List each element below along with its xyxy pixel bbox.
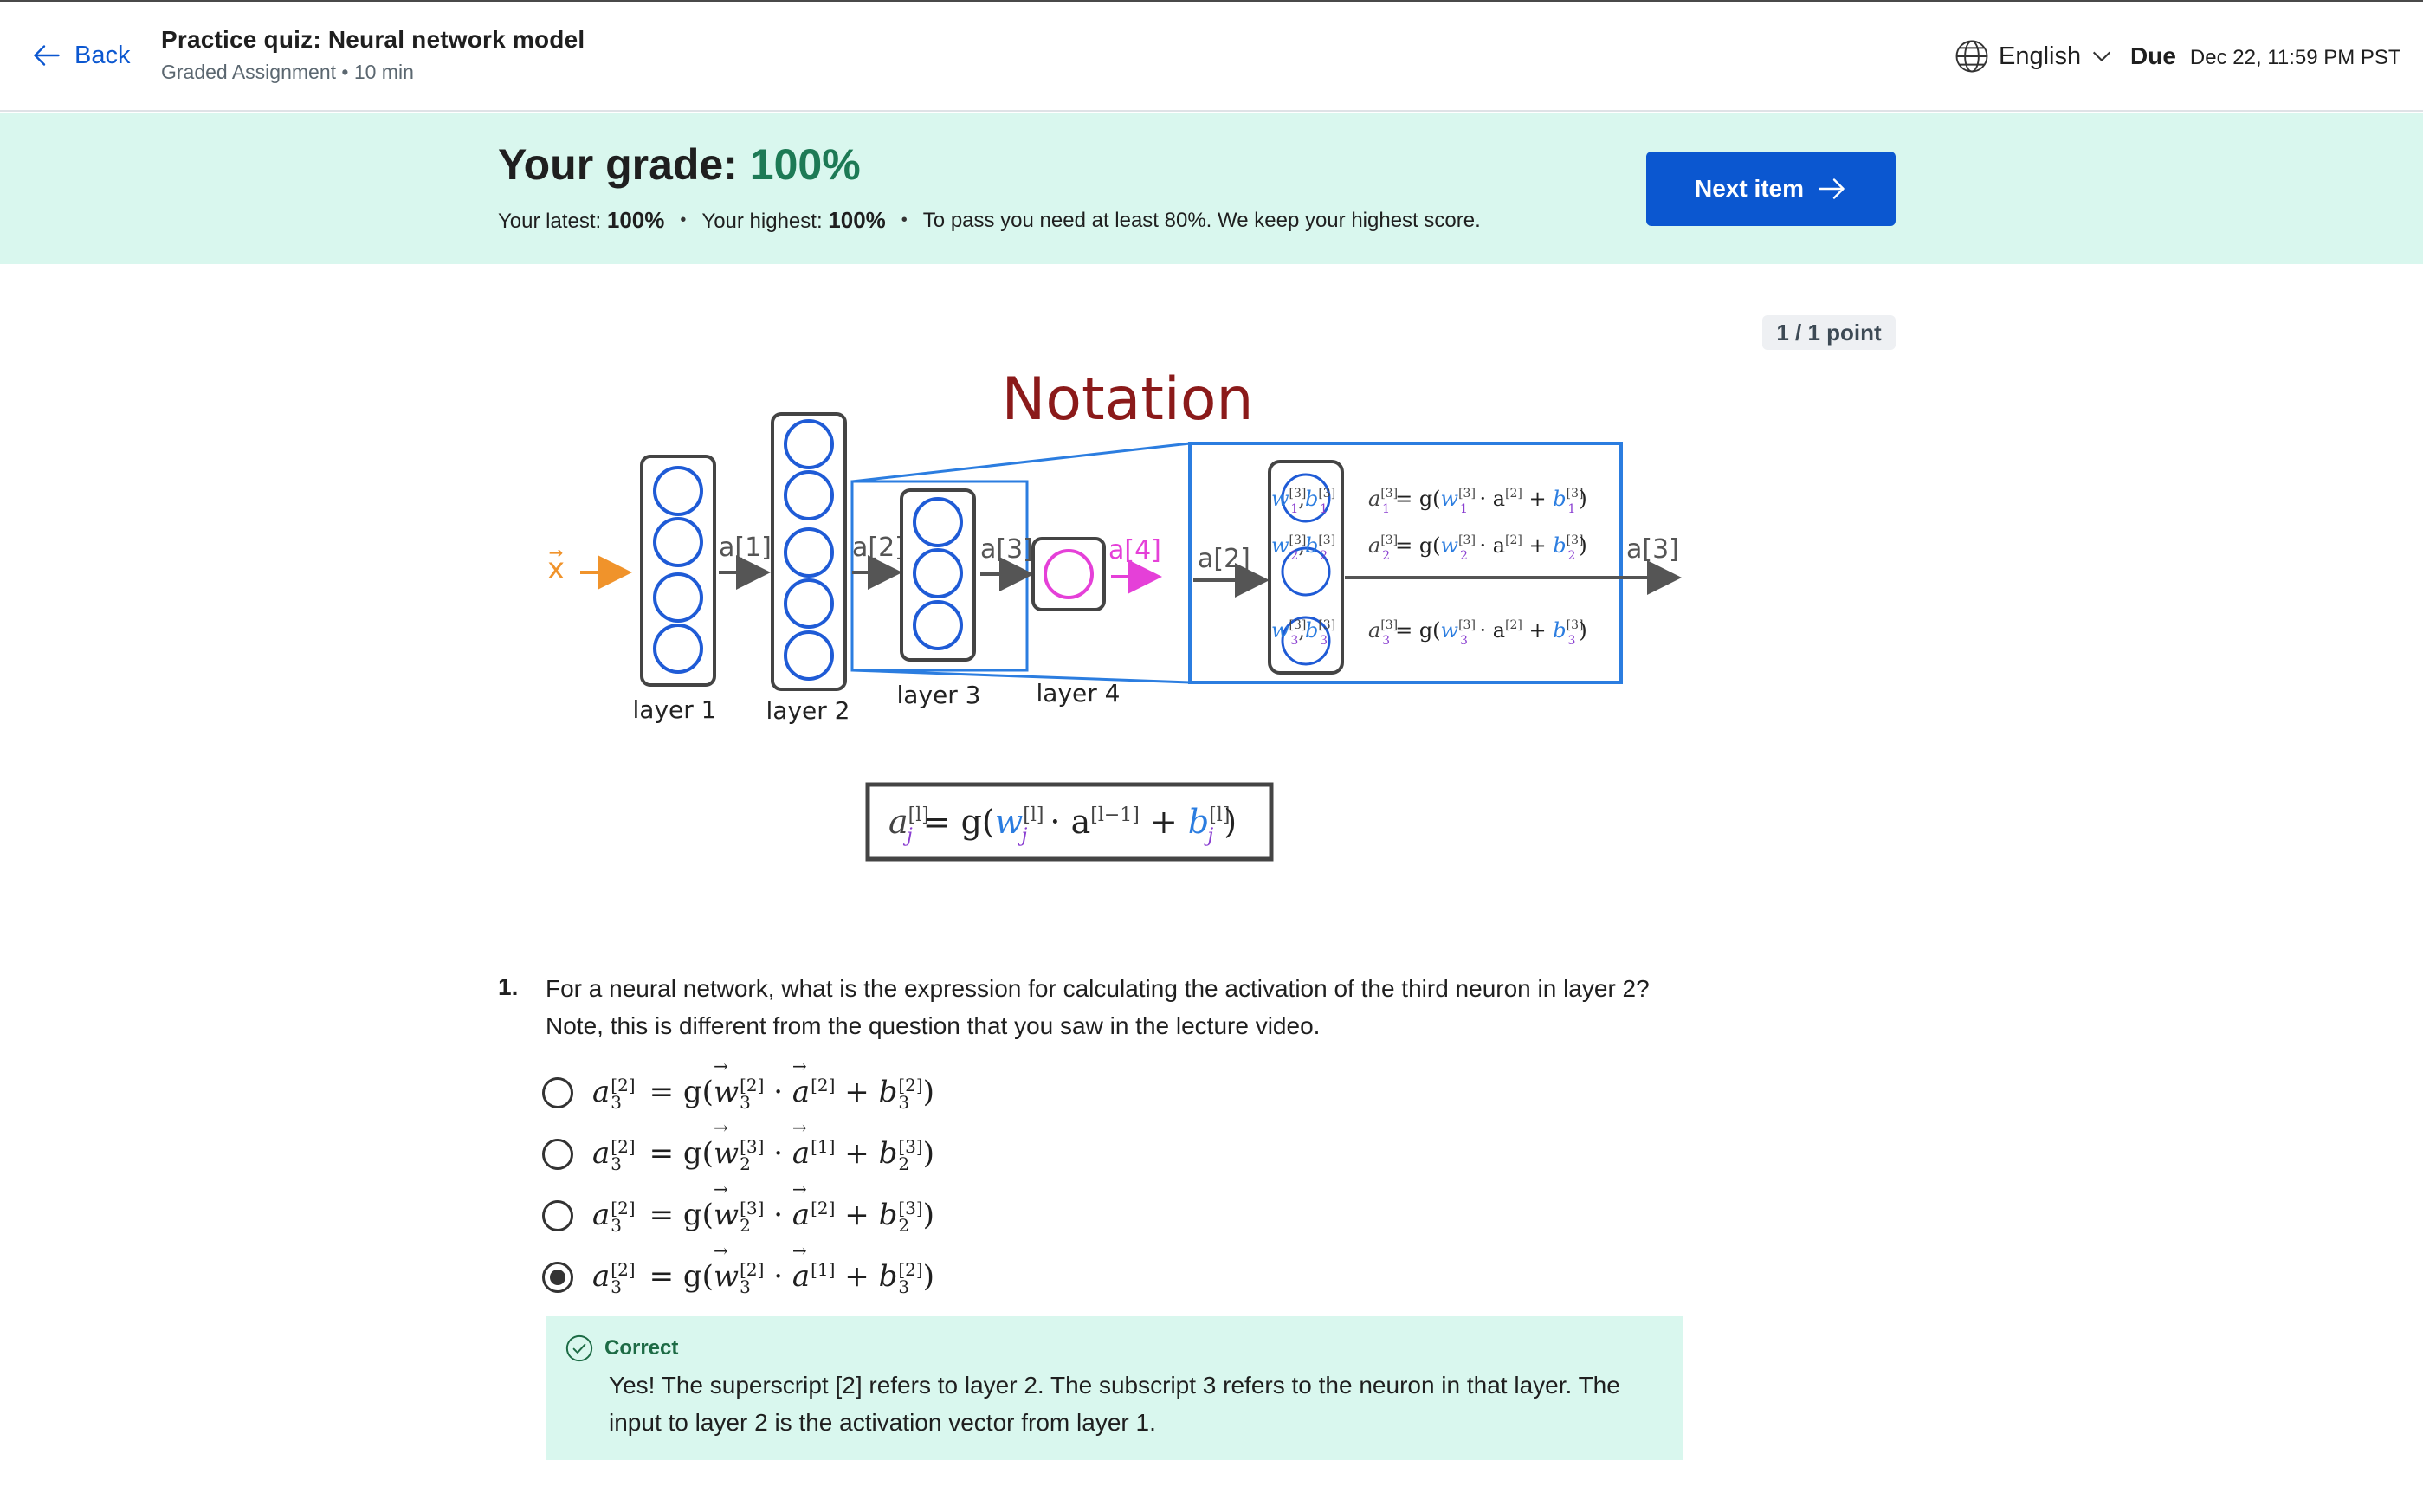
neuron-1-params: w[3] 1,b[3] 1 <box>1271 487 1335 516</box>
neuron <box>913 548 963 598</box>
page-header: Back Practice quiz: Neural network model… <box>0 2 2423 112</box>
due-value: Dec 22, 11:59 PM PST <box>2189 46 2401 69</box>
zoom-panel <box>1188 442 1623 684</box>
option-formula: a[2]3= g(w[2]3 · a[1] + b[2]3) <box>592 1240 934 1296</box>
neuron-3-params: w[3] 3,b[3] 3 <box>1271 618 1335 648</box>
notation-diagram: Notation x → layer 1 a[1] layer 2 a[2] l… <box>547 365 1682 862</box>
neuron-output <box>1044 549 1094 599</box>
neuron <box>653 466 703 516</box>
highest-label: Your highest: <box>701 210 823 233</box>
neuron <box>913 600 963 650</box>
zoom-line-top <box>851 442 1191 483</box>
layer-3-label: layer 3 <box>897 681 981 709</box>
page-subtitle: Graded Assignment • 10 min <box>161 61 414 83</box>
layer-2-box <box>771 412 847 691</box>
back-button[interactable]: Back <box>31 40 130 71</box>
diagram-title: Notation <box>1001 365 1253 434</box>
arrow-right-icon <box>1819 178 1845 199</box>
activation-a2-label: a[2] <box>852 533 905 563</box>
latest-label: Your latest: <box>498 210 602 233</box>
option-formula: a[2]3= g(w[3]2 · a[1] + b[3]2) <box>592 1117 934 1173</box>
question-number: 1. <box>498 973 519 1000</box>
feedback-text: Yes! The superscript [2] refers to layer… <box>609 1372 1620 1436</box>
latest-score: Your latest: 100% <box>498 207 664 234</box>
neuron <box>784 630 834 681</box>
separator-dot: • <box>680 210 687 229</box>
answer-option[interactable]: a[2]3= g(w[3]2 · a[2] + b[3]2) <box>542 1179 934 1246</box>
layer-1-box <box>640 455 716 687</box>
input-vector-arrow-glyph: → <box>549 542 564 563</box>
neuron <box>784 419 834 469</box>
language-label: English <box>1999 42 2082 70</box>
page-title: Practice quiz: Neural network model <box>161 26 585 53</box>
next-item-label: Next item <box>1694 175 1805 202</box>
zoom-equations: w[3] 1,b[3] 1 a[3] 1 = g(w[3] 1 · a[2] + b[3]… <box>1271 487 1587 648</box>
neuron-1-equation: a[3] 1 = g(w[3] 1 · a[2] + b[3] 1) <box>1368 487 1587 516</box>
feedback-panel: Correct Yes! The superscript [2] refers … <box>546 1316 1683 1460</box>
radio-button[interactable] <box>542 1261 573 1293</box>
layer-3-box <box>900 488 976 662</box>
answer-option[interactable]: a[2]3= g(w[2]3 · a[1] + b[2]3) <box>542 1240 934 1308</box>
grade-details: Your latest: 100% • Your highest: 100% •… <box>498 207 1481 234</box>
language-selector[interactable]: English <box>1954 38 2114 74</box>
next-item-button[interactable]: Next item <box>1646 152 1896 226</box>
check-circle-icon <box>565 1334 593 1362</box>
feedback-header: Correct <box>565 1334 678 1363</box>
globe-icon <box>1955 40 1988 73</box>
neuron <box>653 517 703 567</box>
layer-4-label: layer 4 <box>1037 679 1121 708</box>
neuron-2-params: w[3] 2,b[3] 2 <box>1271 533 1335 563</box>
option-formula: a[2]3= g(w[3]2 · a[2] + b[3]2) <box>592 1179 934 1234</box>
separator-dot: • <box>901 210 908 229</box>
pass-requirement: To pass you need at least 80%. We keep y… <box>922 208 1481 232</box>
radio-button[interactable] <box>542 1076 573 1108</box>
option-formula: a[2]3= g(w[2]3 · a[2] + b[2]3) <box>592 1056 934 1111</box>
assignment-title-block: Practice quiz: Neural network model Grad… <box>161 26 585 84</box>
activation-a4-label: a[4] <box>1108 535 1161 565</box>
neuron-3-equation: a[3] 3 = g(w[3] 3 · a[2] + b[3] 3) <box>1368 618 1587 648</box>
back-label: Back <box>74 41 131 69</box>
radio-button[interactable] <box>542 1138 573 1170</box>
feedback-status: Correct <box>604 1336 679 1360</box>
points-badge: 1 / 1 point <box>1762 315 1896 350</box>
neuron <box>913 497 963 547</box>
answer-options: a[2]3= g(w[2]3 · a[2] + b[2]3) a[2]3= g(w… <box>542 1056 934 1308</box>
layer-2-label: layer 2 <box>766 696 850 725</box>
neuron <box>784 527 834 578</box>
activation-a3-label: a[3] <box>980 534 1033 565</box>
activation-a1-label: a[1] <box>719 533 772 563</box>
neuron-2-equation: a[3] 2 = g(w[3] 2 · a[2] + b[3] 2) <box>1368 533 1587 563</box>
general-formula: a[l] j = g(w[l] j · a[l−1] + b[l] j) <box>888 803 1237 847</box>
due-date: Due Dec 22, 11:59 PM PST <box>2130 42 2401 70</box>
neuron <box>784 578 834 629</box>
grade-banner: Your grade: 100% Your latest: 100% • You… <box>0 113 2423 264</box>
arrow-left-icon <box>34 45 60 66</box>
zoom-input-label: a[2] <box>1198 544 1250 574</box>
due-label: Due <box>2130 42 2176 69</box>
answer-option[interactable]: a[2]3= g(w[2]3 · a[2] + b[2]3) <box>542 1056 934 1123</box>
highest-value: 100% <box>828 207 886 233</box>
grade-heading: Your grade: 100% <box>498 139 861 190</box>
neuron <box>784 470 834 520</box>
question-text: For a neural network, what is the expres… <box>546 975 1650 1039</box>
highest-score: Your highest: 100% <box>701 207 885 234</box>
grade-label: Your grade: <box>498 140 738 189</box>
zoom-output-label: a[3] <box>1626 534 1679 565</box>
radio-button[interactable] <box>542 1199 573 1231</box>
latest-value: 100% <box>606 207 665 233</box>
grade-value: 100% <box>749 140 861 189</box>
chevron-down-icon <box>2093 51 2111 62</box>
neuron <box>653 624 703 674</box>
answer-option[interactable]: a[2]3= g(w[3]2 · a[1] + b[3]2) <box>542 1117 934 1185</box>
neuron <box>653 572 703 623</box>
layer-1-label: layer 1 <box>633 695 717 724</box>
